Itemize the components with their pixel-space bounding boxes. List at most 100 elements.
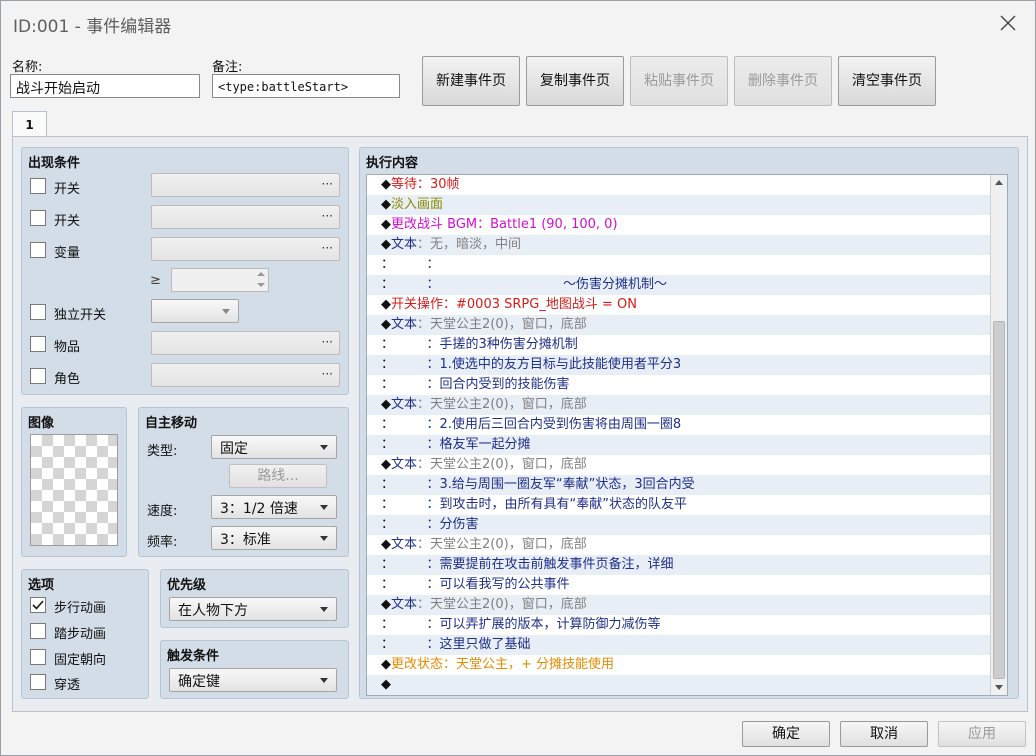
command-row[interactable]: ： ：手搓的3种伤害分摊机制 xyxy=(367,335,991,355)
event-editor-window: ID:001 - 事件编辑器 名称: 战斗开始启动 备注: <type:batt… xyxy=(0,0,1036,756)
more-icon: ··· xyxy=(321,209,333,223)
scrollbar[interactable] xyxy=(990,175,1007,695)
ok-button[interactable]: 确定 xyxy=(742,721,830,747)
command-row[interactable]: ： ： ～伤害分摊机制～ xyxy=(367,275,991,295)
command-args: Battle1 (90, 100, 0) xyxy=(490,217,618,232)
command-list[interactable]: ◆等待：30帧 ◆淡入画面 ◆更改战斗 BGM：Battle1 (90, 100, … xyxy=(366,174,1008,696)
variable-selector[interactable]: ··· xyxy=(151,237,340,261)
contents-panel: 执行内容 ◆等待：30帧 ◆淡入画面 ◆更改战斗 BGM：Battle1 (90, … xyxy=(359,147,1019,699)
scroll-up-icon[interactable] xyxy=(995,180,1003,185)
more-icon: ··· xyxy=(321,367,333,381)
command-row[interactable]: ： ：分伤害 xyxy=(367,515,991,535)
command-row[interactable]: ◆更改战斗 BGM：Battle1 (90, 100, 0) xyxy=(367,215,991,235)
command-row[interactable]: ： ：需要提前在攻击前触发事件页备注，详细 xyxy=(367,555,991,575)
frequency-label: 频率: xyxy=(147,535,178,550)
spin-down-icon[interactable] xyxy=(257,283,265,287)
move-type-select[interactable]: 固定 xyxy=(211,435,337,459)
scrollbar-thumb[interactable] xyxy=(993,321,1005,679)
command-args: ：手搓的3种伤害分摊机制 xyxy=(387,337,578,352)
command-row[interactable]: ◆文本：天堂公主2(0)，窗口，底部 xyxy=(367,535,991,555)
switch2-selector[interactable]: ··· xyxy=(151,205,340,229)
command-name: 文本 xyxy=(391,457,418,472)
command-row[interactable]: ◆文本：天堂公主2(0)，窗口，底部 xyxy=(367,455,991,475)
command-args: ：分伤害 xyxy=(387,517,479,532)
through-checkbox[interactable] xyxy=(30,674,46,690)
command-bullet: ◆ xyxy=(381,397,391,412)
variable-value-spinner[interactable] xyxy=(171,268,269,292)
command-row[interactable]: ： ：到攻击时，由所有具有“奉献”状态的队友平 xyxy=(367,495,991,515)
command-row[interactable]: ： ：可以弄扩展的版本，计算防御力减伤等 xyxy=(367,615,991,635)
clear-event-page-button[interactable]: 清空事件页 xyxy=(838,56,936,106)
command-bullet: ◆ xyxy=(381,597,391,612)
command-args: #0003 SRPG_地图战斗 = ON xyxy=(456,297,637,312)
image-panel: 图像 xyxy=(21,407,127,557)
speed-select[interactable]: 3：1/2 倍速 xyxy=(211,495,337,519)
apply-button[interactable]: 应用 xyxy=(938,721,1026,747)
delete-event-page-button[interactable]: 删除事件页 xyxy=(734,56,832,106)
variable-label: 变量 xyxy=(54,246,81,261)
command-row[interactable]: ： ：格友军一起分摊 xyxy=(367,435,991,455)
item-selector[interactable]: ··· xyxy=(151,331,340,355)
chevron-down-icon xyxy=(222,309,230,314)
command-row[interactable]: ◆文本：天堂公主2(0)，窗口，底部 xyxy=(367,595,991,615)
command-row[interactable]: ◆文本：无，暗淡，中间 xyxy=(367,235,991,255)
command-row[interactable]: ◆文本：天堂公主2(0)，窗口，底部 xyxy=(367,315,991,335)
copy-event-page-button[interactable]: 复制事件页 xyxy=(526,56,624,106)
command-row[interactable]: ◆等待：30帧 xyxy=(367,175,991,195)
command-name: 淡入画面 xyxy=(391,197,444,212)
image-preview[interactable] xyxy=(30,434,118,546)
command-row[interactable]: ◆淡入画面 xyxy=(367,195,991,215)
cancel-button[interactable]: 取消 xyxy=(840,721,928,747)
command-args: 天堂公主，+ 分摊技能使用 xyxy=(456,657,615,672)
command-bullet: ◆ xyxy=(381,537,391,552)
priority-value: 在人物下方 xyxy=(178,603,248,619)
command-row[interactable]: ： ：3.给与周围一圈友军“奉献”状态，3回合内受 xyxy=(367,475,991,495)
stepping-anim-checkbox[interactable] xyxy=(30,623,46,639)
command-row[interactable]: ： ：这里只做了基础 xyxy=(367,635,991,655)
command-row[interactable]: ◆开关操作：#0003 SRPG_地图战斗 = ON xyxy=(367,295,991,315)
direction-fix-checkbox[interactable] xyxy=(30,649,46,665)
actor-checkbox[interactable] xyxy=(30,368,46,384)
walking-anim-checkbox[interactable] xyxy=(30,597,46,613)
route-button[interactable]: 路线... xyxy=(229,464,327,488)
command-row[interactable]: ： ：回合内受到的技能伤害 xyxy=(367,375,991,395)
trigger-value: 确定键 xyxy=(178,674,220,690)
command-name: 开关操作： xyxy=(391,297,457,312)
command-row[interactable]: ◆文本：天堂公主2(0)，窗口，底部 xyxy=(367,395,991,415)
trigger-select[interactable]: 确定键 xyxy=(169,668,337,692)
priority-select[interactable]: 在人物下方 xyxy=(169,597,337,621)
note-input[interactable]: <type:battleStart> xyxy=(212,74,400,98)
self-switch-select[interactable] xyxy=(151,299,239,323)
paste-event-page-button[interactable]: 粘贴事件页 xyxy=(630,56,728,106)
command-args: ：回合内受到的技能伤害 xyxy=(387,377,570,392)
contents-title: 执行内容 xyxy=(366,156,419,171)
command-row[interactable]: ： ：可以看我写的公共事件 xyxy=(367,575,991,595)
spin-up-icon[interactable] xyxy=(257,272,265,276)
close-button[interactable] xyxy=(995,10,1021,36)
command-row[interactable]: ： ：2.使用后三回合内受到伤害将由周围一圈8 xyxy=(367,415,991,435)
item-checkbox[interactable] xyxy=(30,336,46,352)
command-row[interactable]: ◆更改状态：天堂公主，+ 分摊技能使用 xyxy=(367,655,991,675)
self-switch-checkbox[interactable] xyxy=(30,304,46,320)
name-input[interactable]: 战斗开始启动 xyxy=(10,74,200,98)
new-event-page-button[interactable]: 新建事件页 xyxy=(422,56,520,106)
variable-checkbox[interactable] xyxy=(30,242,46,258)
command-bullet: ◆ xyxy=(381,217,391,232)
speed-label: 速度: xyxy=(147,504,178,519)
command-args: ：天堂公主2(0)，窗口，底部 xyxy=(417,397,587,412)
scroll-down-icon[interactable] xyxy=(995,685,1003,690)
variable-operator: ≥ xyxy=(150,273,161,288)
command-row[interactable]: ： ： xyxy=(367,255,991,275)
tab-page-1[interactable]: 1 xyxy=(12,111,47,137)
command-args: ：无，暗淡，中间 xyxy=(417,237,522,252)
command-name: 文本 xyxy=(391,397,418,412)
command-row[interactable]: ◆ xyxy=(367,675,991,695)
command-row[interactable]: ： ：1.使选中的友方目标与此技能使用者平分3 xyxy=(367,355,991,375)
frequency-select[interactable]: 3：标准 xyxy=(211,526,337,550)
switch1-selector[interactable]: ··· xyxy=(151,173,340,197)
command-bullet: ◆ xyxy=(381,177,391,192)
options-panel: 选项 步行动画 踏步动画 固定朝向 穿透 xyxy=(21,569,149,699)
switch1-checkbox[interactable] xyxy=(30,178,46,194)
actor-selector[interactable]: ··· xyxy=(151,363,340,387)
switch2-checkbox[interactable] xyxy=(30,210,46,226)
